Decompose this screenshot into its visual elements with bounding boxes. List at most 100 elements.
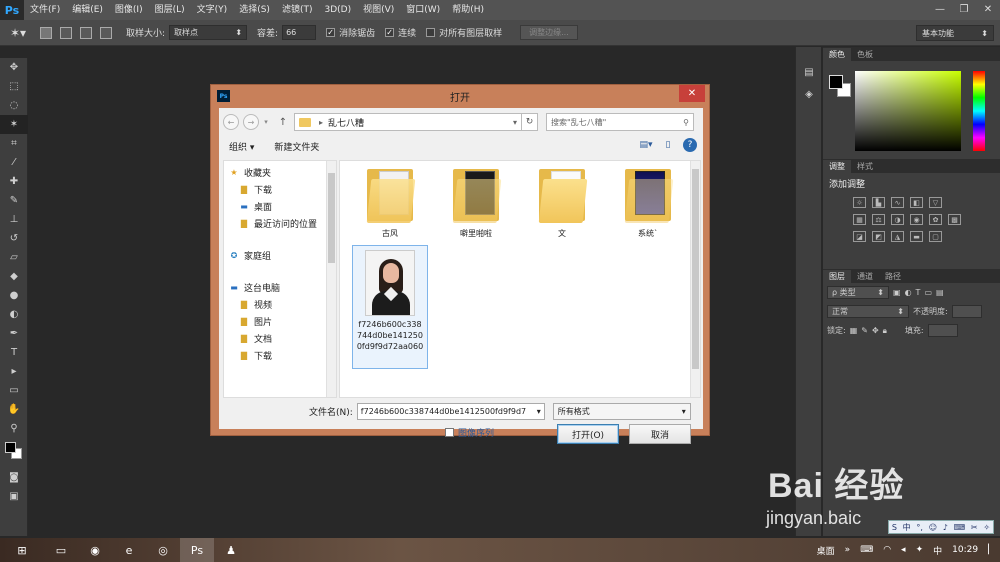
show-desktop-button[interactable]: ▏ xyxy=(988,545,995,555)
tolerance-input[interactable]: 66 xyxy=(282,25,317,40)
ime-toolbar[interactable]: S 中 °, ☺ ♪ ⌨ ✂ ✧ xyxy=(888,520,994,534)
forward-arrow-icon[interactable]: → xyxy=(243,114,259,130)
brightness-icon[interactable]: ☼ xyxy=(853,197,866,208)
tab-color[interactable]: 颜色 xyxy=(823,48,851,61)
minimize-icon[interactable]: — xyxy=(928,0,952,18)
close-icon[interactable]: ✕ xyxy=(976,0,1000,18)
brush-tool-icon[interactable]: ✎ xyxy=(0,191,28,210)
foreground-color-swatch[interactable] xyxy=(5,442,16,453)
filter-type-icon[interactable]: T xyxy=(916,288,921,297)
nav-item-favorites[interactable]: ★ 收藏夹 xyxy=(224,164,336,181)
ime-skin-icon[interactable]: ✂ xyxy=(971,523,978,532)
refresh-icon[interactable]: ↻ xyxy=(522,113,538,131)
cancel-button[interactable]: 取消 xyxy=(629,424,691,444)
eraser-tool-icon[interactable]: ▱ xyxy=(0,248,28,267)
menu-view[interactable]: 视图(V) xyxy=(357,0,400,20)
threshold-icon[interactable]: ◮ xyxy=(891,231,904,242)
dodge-tool-icon[interactable]: ◐ xyxy=(0,305,28,324)
antialias-checkbox[interactable]: ✓ 消除锯齿 xyxy=(326,26,375,39)
lock-brush-icon[interactable]: ✎ xyxy=(861,326,868,335)
hand-tool-icon[interactable]: ✋ xyxy=(0,400,28,419)
nav-scrollbar[interactable] xyxy=(326,161,336,397)
qq-icon[interactable]: ♟ xyxy=(214,538,248,562)
new-selection-icon[interactable] xyxy=(40,26,52,39)
crop-tool-icon[interactable]: ⌗ xyxy=(0,134,28,153)
ime-settings-icon[interactable]: ✧ xyxy=(983,523,990,532)
history-panel-icon[interactable]: ▤ xyxy=(796,61,822,83)
breadcrumb-current[interactable]: 乱七八糟 xyxy=(328,116,364,129)
ime-logo-icon[interactable]: S xyxy=(892,523,897,532)
contiguous-checkbox[interactable]: ✓ 连续 xyxy=(385,26,416,39)
hue-slider[interactable] xyxy=(973,71,985,151)
magic-wand-icon[interactable]: ✶▾ xyxy=(0,20,36,46)
nav-item-pictures[interactable]: ▇ 图片 xyxy=(224,313,336,330)
dialog-close-button[interactable]: ✕ xyxy=(679,85,705,102)
menu-window[interactable]: 窗口(W) xyxy=(400,0,446,20)
keyboard-icon[interactable]: ⌨ xyxy=(860,545,873,555)
properties-panel-icon[interactable]: ◈ xyxy=(796,83,822,105)
search-input[interactable]: 搜索"乱七八糟" ⚲ xyxy=(546,113,694,131)
antivirus-icon[interactable]: ✦ xyxy=(916,545,924,555)
lock-all-icon[interactable]: 🔒︎ xyxy=(883,326,887,336)
fill-input[interactable] xyxy=(927,324,958,337)
sample-size-select[interactable]: 取样点 ⬍ xyxy=(169,25,248,40)
history-brush-tool-icon[interactable]: ↺ xyxy=(0,229,28,248)
all-layers-checkbox[interactable]: 对所有图层取样 xyxy=(426,26,502,39)
magic-wand-tool-icon[interactable]: ✶ xyxy=(0,115,28,134)
menu-edit[interactable]: 编辑(E) xyxy=(66,0,109,20)
ime-emoji-icon[interactable]: ☺ xyxy=(929,523,937,532)
color-spectrum[interactable] xyxy=(855,71,961,151)
nav-item-documents[interactable]: ▇ 文档 xyxy=(224,330,336,347)
channel-mixer-icon[interactable]: ✿ xyxy=(929,214,942,225)
up-arrow-icon[interactable]: ↑ xyxy=(276,114,290,130)
chevron-down-icon[interactable]: ▾ xyxy=(537,407,541,416)
nav-scrollbar-thumb[interactable] xyxy=(328,173,335,263)
file-list-scrollbar-thumb[interactable] xyxy=(692,169,699,369)
healing-brush-tool-icon[interactable]: ✚ xyxy=(0,172,28,191)
breadcrumb-separator-icon[interactable]: ▸ xyxy=(319,118,323,127)
eyedropper-tool-icon[interactable]: ⁄ xyxy=(0,153,28,172)
image-sequence-checkbox[interactable]: 图像序列 xyxy=(445,426,494,439)
intersect-selection-icon[interactable] xyxy=(100,26,112,39)
blend-mode-select[interactable]: 正常 ⬍ xyxy=(827,305,909,318)
menu-filter[interactable]: 滤镜(T) xyxy=(276,0,319,20)
black-white-icon[interactable]: ◑ xyxy=(891,214,904,225)
view-options-icon[interactable]: ▤▾ xyxy=(639,138,653,152)
invert-icon[interactable]: ◪ xyxy=(853,231,866,242)
blur-tool-icon[interactable]: ● xyxy=(0,286,28,305)
shape-tool-icon[interactable]: ▭ xyxy=(0,381,28,400)
menu-layer[interactable]: 图层(L) xyxy=(149,0,191,20)
tray-chevron-icon[interactable]: » xyxy=(845,545,851,555)
color-lookup-icon[interactable]: ▩ xyxy=(948,214,961,225)
file-explorer-icon[interactable]: ▭ xyxy=(44,538,78,562)
browser-360-icon[interactable]: e xyxy=(112,538,146,562)
filter-pixel-icon[interactable]: ▣ xyxy=(893,288,901,297)
selective-color-icon[interactable]: ▢ xyxy=(929,231,942,242)
ime-chinese-icon[interactable]: 中 xyxy=(903,522,911,533)
menu-image[interactable]: 图像(I) xyxy=(109,0,149,20)
add-selection-icon[interactable] xyxy=(60,26,72,39)
quick-mask-icon[interactable]: ◙ xyxy=(0,468,28,487)
gradient-map-icon[interactable]: ▬ xyxy=(910,231,923,242)
new-folder-button[interactable]: 新建文件夹 xyxy=(274,140,319,153)
lasso-tool-icon[interactable]: ◌ xyxy=(0,96,28,115)
nav-item-recent[interactable]: ▇ 最近访问的位置 xyxy=(224,215,336,232)
file-format-select[interactable]: 所有格式 ▾ xyxy=(552,402,691,420)
folder-item[interactable]: 文 xyxy=(524,165,600,239)
volume-icon[interactable]: ◂ xyxy=(901,545,906,555)
address-bar[interactable]: ▸ 乱七八糟 ▾ xyxy=(294,113,522,131)
photoshop-taskbar-icon[interactable]: Ps xyxy=(180,538,214,562)
workspace-select[interactable]: 基本功能 ⬍ xyxy=(916,25,994,41)
ime-voice-icon[interactable]: ♪ xyxy=(943,523,948,532)
color-balance-icon[interactable]: ⚖ xyxy=(872,214,885,225)
nav-item-downloads[interactable]: ▇ 下载 xyxy=(224,181,336,198)
photo-filter-icon[interactable]: ◉ xyxy=(910,214,923,225)
refine-edge-button[interactable]: 调整边缘... xyxy=(520,25,578,40)
nav-item-videos[interactable]: ▇ 视频 xyxy=(224,296,336,313)
bucket-tool-icon[interactable]: ◆ xyxy=(0,267,28,286)
nav-item-desktop[interactable]: ▬ 桌面 xyxy=(224,198,336,215)
tab-adjustments[interactable]: 调整 xyxy=(823,160,851,173)
folder-item[interactable]: 系统` xyxy=(610,165,686,239)
browser-icon[interactable]: ◎ xyxy=(146,538,180,562)
levels-icon[interactable]: ▙ xyxy=(872,197,885,208)
